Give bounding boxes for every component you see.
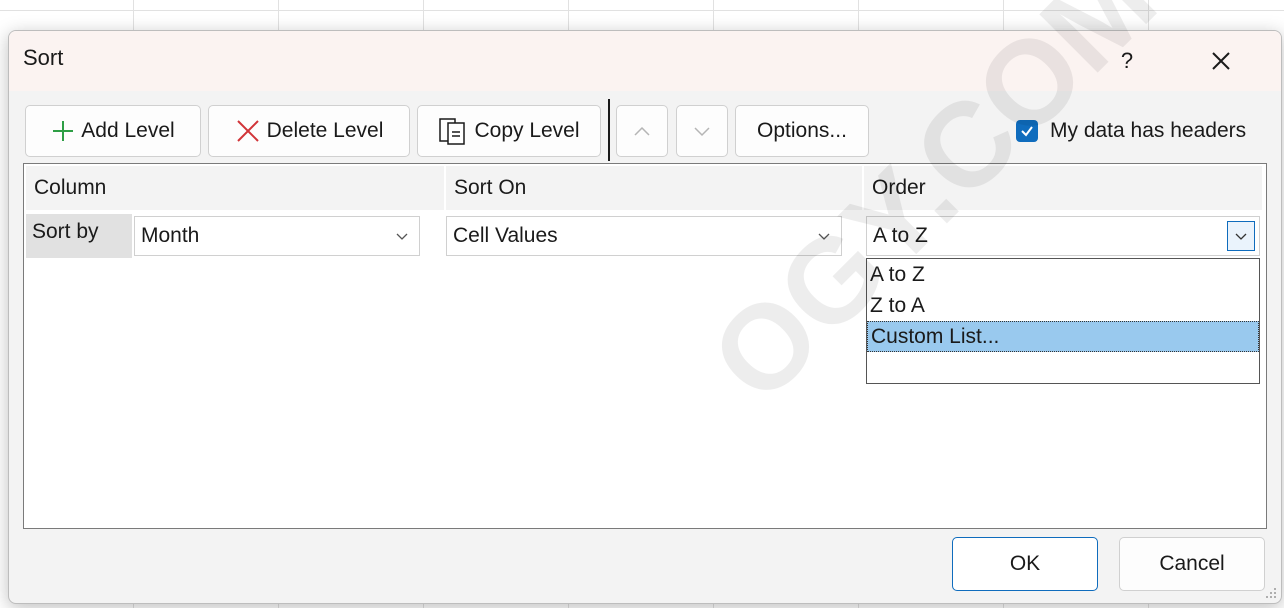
column-header: Column [26,166,444,210]
plus-icon [51,119,75,143]
headers-checkbox-control[interactable]: My data has headers [1016,119,1246,143]
copy-level-button[interactable]: Copy Level [417,105,601,157]
order-option-custom-list[interactable]: Custom List... [867,321,1259,352]
chevron-down-icon [389,223,415,249]
move-up-button[interactable] [616,105,668,157]
headers-checkbox[interactable] [1016,120,1038,142]
chevron-down-icon [694,127,710,137]
resize-grip-icon[interactable] [1263,585,1277,599]
headers-checkbox-label: My data has headers [1050,119,1247,142]
ok-button[interactable]: OK [952,537,1098,591]
dialog-title: Sort [23,45,64,70]
order-select-value: A to Z [873,224,928,247]
options-button[interactable]: Options... [735,105,869,157]
cancel-button[interactable]: Cancel [1119,537,1265,591]
copy-level-label: Copy Level [474,119,580,142]
toolbar-separator [608,99,610,161]
move-down-button[interactable] [676,105,728,157]
add-level-button[interactable]: Add Level [25,105,201,157]
sort-levels-grid: Column Sort On Order Sort by Month Cell … [23,163,1267,529]
order-header: Order [864,166,1262,210]
sort-on-select-value: Cell Values [453,224,558,247]
title-bar: Sort ? [9,31,1281,91]
copy-icon [438,116,468,146]
sort-on-select[interactable]: Cell Values [446,216,842,256]
sort-dialog: Sort ? Add Level Delete Level Copy Level [8,30,1282,604]
close-icon [1212,52,1230,70]
delete-level-label: Delete Level [266,119,384,142]
close-button[interactable] [1191,39,1251,83]
column-select[interactable]: Month [134,216,420,256]
x-delete-icon [235,118,261,144]
help-button[interactable]: ? [1105,39,1149,83]
sort-on-header: Sort On [446,166,862,210]
sort-by-label: Sort by [26,214,132,258]
add-level-label: Add Level [81,119,175,142]
order-option-z-to-a[interactable]: Z to A [867,290,1259,321]
order-dropdown-list: A to Z Z to A Custom List... [866,258,1260,384]
order-select[interactable]: A to Z [866,216,1260,256]
column-select-value: Month [141,224,200,247]
checkmark-icon [1021,126,1033,137]
delete-level-button[interactable]: Delete Level [208,105,410,157]
chevron-up-icon [634,126,650,136]
chevron-down-icon [811,223,837,249]
chevron-down-icon[interactable] [1227,221,1255,251]
order-option-a-to-z[interactable]: A to Z [867,259,1259,290]
